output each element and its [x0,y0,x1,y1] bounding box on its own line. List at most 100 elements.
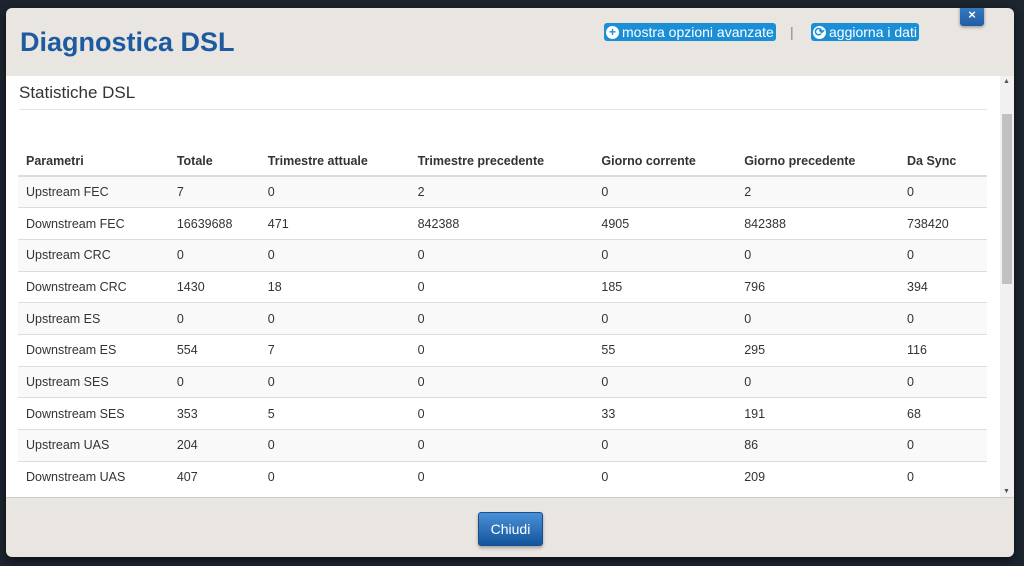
plus-circle-icon: + [606,25,619,39]
table-row: Downstream SES 353 5 0 33 191 68 [18,397,987,430]
column-header: Da Sync [899,146,987,177]
table-cell: 0 [168,238,260,272]
table-cell: 4905 [593,207,737,240]
table-cell: 0 [168,365,260,398]
refresh-icon: ⟳ [813,25,826,39]
section-title: Statistiche DSL [19,83,136,102]
table-cell: 796 [736,270,900,303]
table-cell: Upstream SES [18,365,169,398]
table-cell: 0 [409,333,594,367]
table-cell: 0 [593,175,737,208]
table-cell: 0 [899,302,987,335]
table-row: Downstream FEC 16639688 471 842388 4905 84238… [18,207,987,240]
close-icon[interactable]: × [960,8,984,26]
table-cell: 0 [259,175,410,208]
table-cell: 16639688 [168,207,260,240]
table-cell: Downstream UAS [18,460,169,493]
table-cell: 0 [259,460,410,493]
modal-title: Diagnostica DSL [20,27,235,57]
column-header: Parametri [18,146,169,177]
table-cell: 18 [259,270,410,303]
table-cell: 185 [593,270,737,303]
table-cell: 0 [259,302,410,335]
table-cell: 407 [168,460,260,493]
table-cell: 7 [168,175,260,208]
table-cell: Upstream UAS [18,429,169,462]
dsl-diagnostics-modal: Diagnostica DSL + mostra opzioni avanzat… [6,8,1014,557]
table-row: Upstream SES 0 0 0 0 0 0 [18,365,987,398]
modal-footer: Chiudi [6,497,1014,557]
table-cell: Downstream SES [18,397,169,430]
table-cell: 55 [593,333,737,367]
close-button[interactable]: Chiudi [478,512,543,546]
advanced-options-button[interactable]: + mostra opzioni avanzate [604,23,776,41]
divider [19,109,987,110]
table-cell: 0 [409,270,594,303]
refresh-data-label: aggiorna i dati [829,24,917,40]
scroll-down-icon[interactable]: ▼ [1003,488,1010,495]
table-cell: 0 [409,460,594,493]
table-row: Downstream UAS 407 0 0 0 209 0 [18,460,987,493]
table-cell: 5 [259,397,410,430]
table-cell: 116 [899,333,987,367]
table-cell: 0 [593,460,737,493]
column-header: Giorno precedente [736,146,900,177]
table-cell: 0 [409,238,594,272]
scrollbar[interactable]: ▲ ▼ [1000,76,1014,497]
modal-body: Statistiche DSL Parametri Totale Trimestre… [6,76,1014,497]
table-cell: 2 [736,175,900,208]
table-row: Downstream ES 554 7 0 55 295 116 [18,333,987,367]
table-cell: 33 [593,397,737,430]
table-cell: 295 [736,333,900,367]
table-cell: 353 [168,397,260,430]
table-cell: 1430 [168,270,260,303]
table-cell: 0 [409,302,594,335]
table-cell: 0 [899,365,987,398]
table-row: Upstream CRC 0 0 0 0 0 0 [18,238,987,272]
table-cell: Downstream CRC [18,270,169,303]
table-cell: 0 [593,365,737,398]
table-cell: 2 [409,175,594,208]
table-cell: 0 [899,429,987,462]
table-cell: Upstream FEC [18,175,169,208]
table-row: Upstream ES 0 0 0 0 0 0 [18,302,987,335]
table-cell: Downstream ES [18,333,169,367]
table-cell: 0 [259,429,410,462]
table-row: Upstream UAS 204 0 0 0 86 0 [18,429,987,462]
table-cell: Downstream FEC [18,207,169,240]
table-cell: 842388 [736,207,900,240]
table-row: Upstream FEC 7 0 2 0 2 0 [18,175,987,208]
table-cell: 0 [409,397,594,430]
table-cell: 471 [259,207,410,240]
table-cell: 0 [899,238,987,272]
table-cell: 204 [168,429,260,462]
table-cell: 0 [736,302,900,335]
column-header: Giorno corrente [593,146,737,177]
table-cell: 0 [899,460,987,493]
table-cell: Upstream ES [18,302,169,335]
table-cell: 0 [736,238,900,272]
table-cell: 7 [259,333,410,367]
table-cell: 68 [899,397,987,430]
column-header: Totale [168,146,260,177]
table-cell: 209 [736,460,900,493]
table-cell: 554 [168,333,260,367]
refresh-data-button[interactable]: ⟳ aggiorna i dati [811,23,919,41]
table-cell: 191 [736,397,900,430]
column-header: Trimestre precedente [409,146,594,177]
table-cell: 738420 [899,207,987,240]
table-cell: 394 [899,270,987,303]
table-cell: 0 [409,429,594,462]
scrollbar-thumb[interactable] [1002,114,1012,284]
table-cell: Upstream CRC [18,238,169,272]
table-cell: 0 [168,302,260,335]
table-cell: 86 [736,429,900,462]
table-cell: 0 [736,365,900,398]
advanced-options-label: mostra opzioni avanzate [622,24,774,40]
table-cell: 0 [259,238,410,272]
table-cell: 0 [899,175,987,208]
table-cell: 0 [593,302,737,335]
table-row: Downstream CRC 1430 18 0 185 796 394 [18,270,987,303]
scroll-up-icon[interactable]: ▲ [1003,78,1010,85]
table-cell: 842388 [409,207,594,240]
